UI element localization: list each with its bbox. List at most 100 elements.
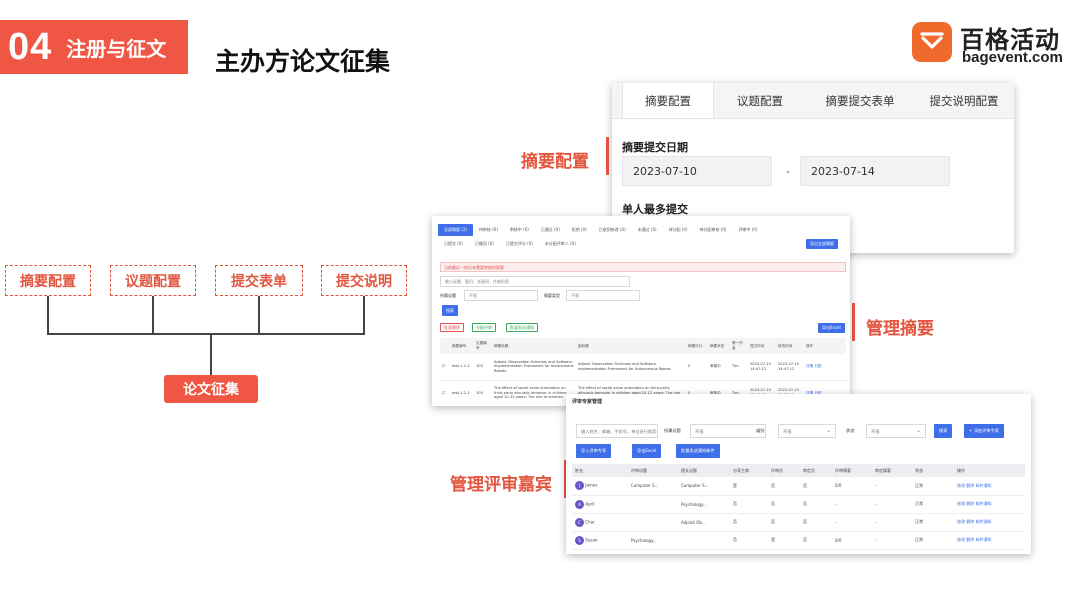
reviewed-count: - (832, 513, 872, 532)
filter-topic-select[interactable]: 不限 (464, 290, 538, 301)
abstract-status: 审核中 (708, 354, 730, 381)
brand-logo: 百格活动 bagevent.com (912, 20, 1072, 70)
delete-link[interactable]: 删除 (966, 483, 974, 488)
column-header: 审定员 (800, 464, 832, 477)
email-notify-link[interactable]: 邮件通知 (976, 519, 992, 524)
filter-group-select[interactable]: 不限 (778, 424, 836, 438)
reviewer-search-button[interactable]: 搜索 (934, 424, 953, 438)
edit-link[interactable]: 修改 (957, 501, 965, 506)
abstract-code: test-1-2-1 (450, 380, 474, 406)
is-reviewer: 否 (768, 513, 800, 532)
avatar: S (575, 535, 584, 545)
abstract-tab[interactable]: 已提交 (0) (438, 238, 469, 250)
column-header: 第一作者 (730, 338, 748, 354)
is-chair: 是 (730, 477, 768, 496)
start-date-input[interactable]: 2023-07-10 (622, 156, 772, 186)
callout-bar (852, 303, 855, 341)
tab-topic-config[interactable]: 议题配置 (714, 83, 806, 118)
abstract-tab[interactable]: 未通过 (0) (632, 224, 663, 236)
export-all-button[interactable]: 导出全部摘要 (806, 239, 838, 249)
table-row[interactable]: S Susan Psychology... 否 是 否 0/0 - 正常 修改 … (572, 531, 1025, 550)
abstract-code: test-1-1-1 (450, 354, 474, 381)
reviewer-name: April (585, 501, 595, 506)
expert-topic (678, 531, 730, 550)
table-row[interactable]: A April Psychology... 否 否 否 - - 正常 修改 删除… (572, 495, 1025, 514)
row-checkbox[interactable]: ☐ (440, 380, 450, 406)
tab-submit-notes[interactable]: 提交说明配置 (914, 83, 1014, 118)
abstract-tab[interactable]: 待分配审核 (0) (694, 224, 733, 236)
modified-time: 2023-07-10 14:47:12 (776, 354, 804, 381)
callout-bar (606, 137, 609, 175)
callout-manage-reviewers: 管理评审嘉宾 (450, 475, 552, 495)
column-header: 擅长议题 (678, 464, 730, 477)
expert-topic: Adjoint Ob... (678, 513, 730, 532)
filter-topic-select[interactable]: 不限 (690, 424, 766, 438)
delete-link[interactable]: 删除 (966, 519, 974, 524)
email-notify-link[interactable]: 邮件通知 (976, 483, 992, 488)
export-excel-button[interactable]: 导出Excel (632, 444, 662, 458)
assign-review-button[interactable]: 分配评审 (472, 323, 496, 332)
email-notify-link[interactable]: 邮件通知 (976, 537, 992, 542)
abstract-tab[interactable]: 已撤回 (0) (469, 238, 500, 250)
import-reviewers-button[interactable]: 导入评审专家 (576, 444, 612, 458)
table-row[interactable]: J James Computer S... Computer S... 是 否 … (572, 477, 1025, 496)
submit-date-label: 摘要提交日期 (622, 141, 688, 154)
table-row[interactable]: C Char Adjoint Ob... 否 否 否 - - 正常 修改 删除 … (572, 513, 1025, 532)
filter-type-label: 摘要类型 (544, 293, 560, 298)
reviewer-search-input[interactable]: 输入姓名、邮箱、手机号、单位进行搜索 (576, 424, 658, 438)
reviewed-count: 0/0 (832, 477, 872, 496)
abstract-tab[interactable]: 待分配 (0) (663, 224, 694, 236)
tab-submit-form[interactable]: 摘要提交表单 (806, 83, 914, 118)
row-checkbox[interactable]: ☐ (440, 354, 450, 381)
is-reviewer: 是 (768, 531, 800, 550)
abstract-tab-all[interactable]: 全部摘要 (2) (438, 224, 473, 236)
delete-link[interactable]: 删除 (966, 537, 974, 542)
approved-count: - (872, 531, 912, 550)
approved-count: - (872, 477, 912, 496)
filter-status-select[interactable]: 不限 (866, 424, 926, 438)
delete-link[interactable]: 删除 (966, 501, 974, 506)
email-notify-link[interactable]: 邮件通知 (976, 501, 992, 506)
abstract-search-input[interactable]: 输入标题、题目、关键词、作者检索 (440, 276, 630, 287)
alert-banner: 当前最近一轮仍有需要审核的摘要 (440, 262, 846, 272)
abstract-tab[interactable]: 评审中 (0) (732, 224, 763, 236)
batch-delete-button[interactable]: 批量删除 (440, 323, 464, 332)
batch-notify-button[interactable]: 批量发送通知 (506, 323, 538, 332)
export-excel-button[interactable]: 导出Excel (818, 323, 845, 333)
add-reviewer-button[interactable]: + 添加评审专家 (964, 424, 1004, 438)
abstract-tab[interactable]: 未分配评审人 (0) (539, 238, 582, 250)
edit-link[interactable]: 修改 (957, 537, 965, 542)
is-approver: 否 (800, 513, 832, 532)
edit-link[interactable]: 修改 (957, 519, 965, 524)
diagram-root-node: 论文征集 (164, 375, 258, 403)
column-header (440, 338, 450, 354)
abstract-tab[interactable]: 已通过 (0) (535, 224, 566, 236)
filter-group-label: 组别 (756, 428, 765, 433)
row-actions[interactable]: 详情 分配 (804, 354, 846, 381)
filter-type-select[interactable]: 不限 (566, 290, 640, 301)
connector-line (363, 296, 365, 334)
section-label: 注册与征文 (66, 36, 167, 61)
column-header: 审定摘要 (872, 464, 912, 477)
topic-code: 100 (474, 354, 492, 381)
abstract-tab[interactable]: 审核中 (0) (504, 224, 535, 236)
abstract-tab[interactable]: 已提交评分 (0) (500, 238, 539, 250)
batch-email-button[interactable]: 批量发送通知邮件 (676, 444, 720, 458)
column-header: 摘要编号 (450, 338, 474, 354)
abstract-tab[interactable]: 已收到修改 (0) (593, 224, 632, 236)
connector-line (47, 333, 365, 335)
column-header: 状态 (912, 464, 954, 477)
end-date-input[interactable]: 2023-07-14 (800, 156, 950, 186)
column-header: 摘要状态 (708, 338, 730, 354)
column-header: 评审员 (768, 464, 800, 477)
table-row[interactable]: ☐ test-1-1-1 100 Adjoint Observation Sch… (440, 354, 846, 381)
table-header-row: 摘要编号 议题编号 摘要标题 副标题 摘要评分 摘要状态 第一作者 提交时间 修… (440, 338, 846, 354)
abstract-tab[interactable]: 待审核 (0) (473, 224, 504, 236)
tab-abstract-config[interactable]: 摘要配置 (622, 83, 714, 118)
abstract-tab[interactable]: 拒绝 (0) (566, 224, 593, 236)
column-header: 姓名 (572, 464, 628, 477)
date-separator: - (786, 165, 790, 178)
edit-link[interactable]: 修改 (957, 483, 965, 488)
abstract-search-button[interactable]: 搜索 (442, 305, 458, 316)
reviewers-table: 姓名 评审议题 擅长议题 分享主席 评审员 审定员 评审摘要 审定摘要 状态 操… (572, 464, 1025, 550)
